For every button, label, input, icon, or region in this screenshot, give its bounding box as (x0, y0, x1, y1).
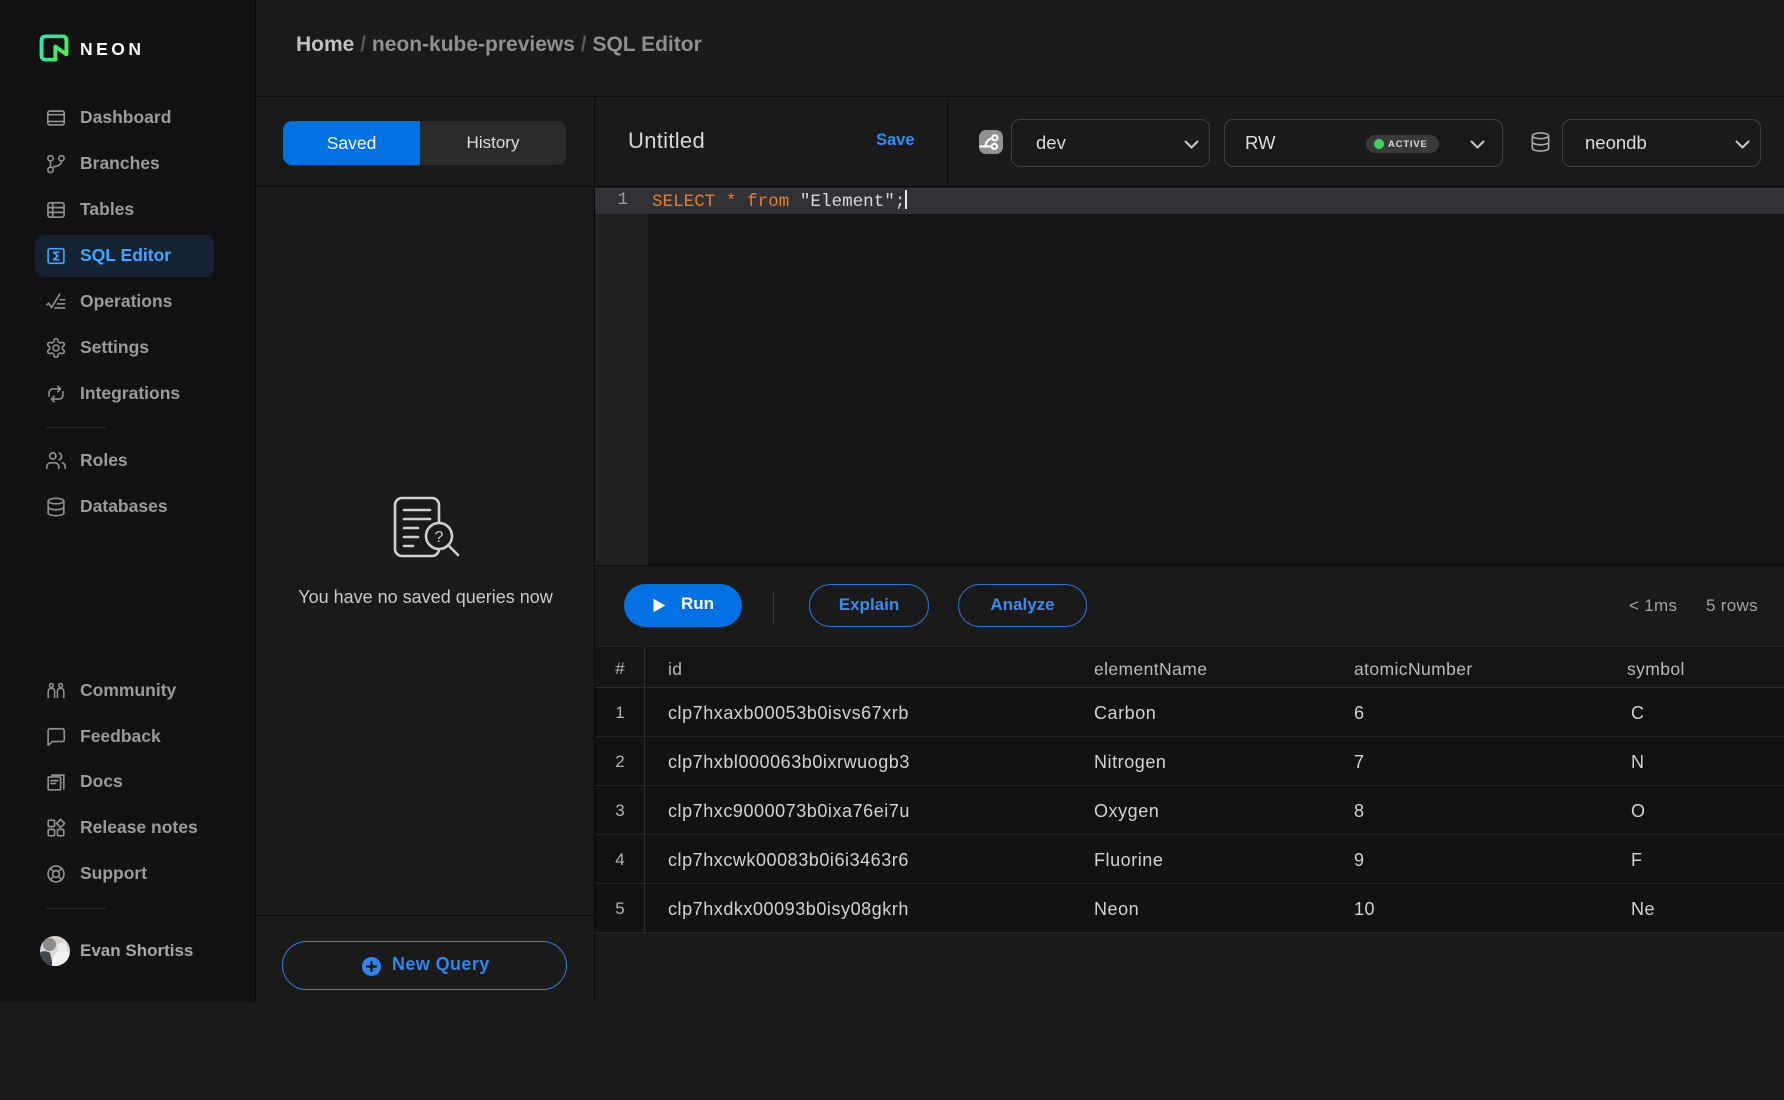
svg-text:?: ? (435, 529, 444, 546)
